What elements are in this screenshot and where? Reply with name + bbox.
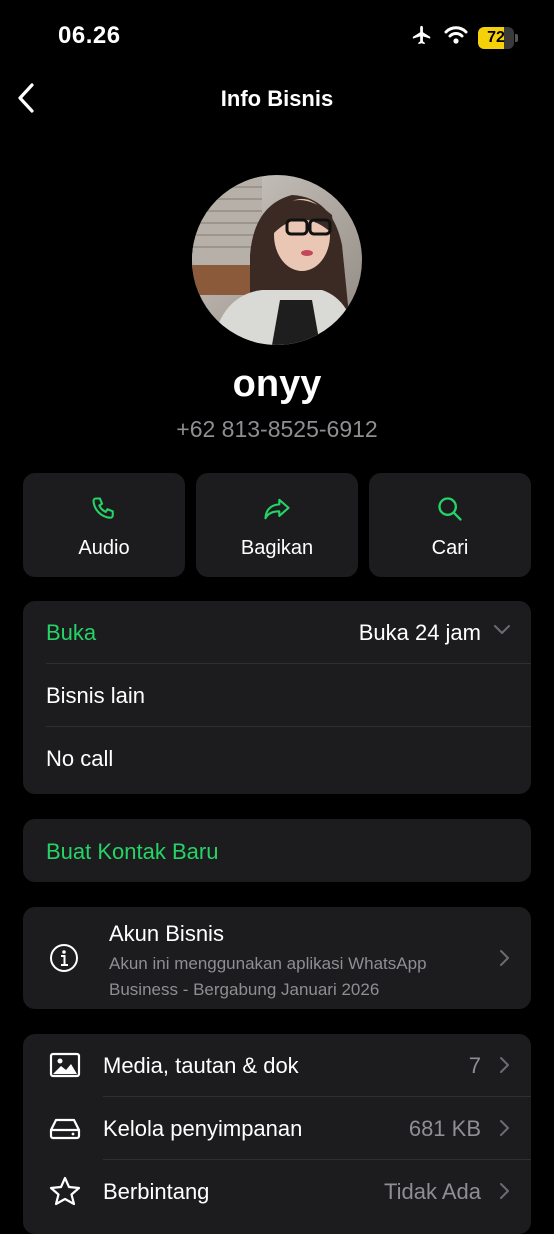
image-icon (49, 1052, 81, 1078)
chevron-right-icon (500, 1120, 509, 1136)
audio-label: Audio (78, 537, 130, 559)
chevron-down-icon[interactable] (493, 624, 511, 636)
business-account-title: Akun Bisnis (109, 921, 224, 946)
create-contact-label: Buat Kontak Baru (46, 839, 219, 864)
media-count: 7 (468, 1053, 481, 1078)
profile-phone: +62 813-8525-6912 (176, 416, 378, 442)
share-label: Bagikan (240, 537, 314, 559)
nav-bar: Info Bisnis (0, 70, 554, 130)
storage-size: 681 KB (408, 1116, 481, 1141)
info-icon (50, 944, 78, 972)
search-label: Cari (431, 537, 469, 559)
wifi-icon (444, 25, 468, 50)
business-category: Bisnis lain (46, 683, 146, 708)
hours-row[interactable]: Buka Buka 24 jam (23, 601, 531, 664)
battery-indicator: 72 (478, 26, 518, 49)
business-hours-card: Buka Buka 24 jam Bisnis lain No call (23, 601, 531, 794)
phone-icon (92, 497, 114, 519)
storage-label: Kelola penyimpanan (103, 1116, 303, 1141)
page-title: Info Bisnis (220, 86, 334, 111)
star-icon (49, 1176, 81, 1206)
media-list-card: Media, tautan & dok 7 Kelola penyimpanan… (23, 1034, 531, 1234)
hours-value: Buka 24 jam (358, 620, 481, 645)
business-account-description: Akun ini menggunakan aplikasi WhatsApp B… (109, 954, 427, 999)
note-row: No call (23, 727, 531, 790)
media-links-docs-row[interactable]: Media, tautan & dok 7 (23, 1034, 531, 1097)
profile-name: onyy (232, 363, 322, 405)
starred-label: Berbintang (103, 1179, 210, 1204)
chevron-right-icon (500, 1057, 509, 1073)
search-icon (438, 497, 462, 521)
chevron-right-icon (500, 950, 509, 966)
hours-status: Buka (46, 620, 97, 645)
chevron-right-icon (500, 1183, 509, 1199)
starred-value: Tidak Ada (383, 1179, 481, 1204)
status-time: 06.26 (58, 22, 121, 49)
share-icon (264, 498, 290, 520)
search-button[interactable]: Cari (369, 473, 531, 577)
status-bar: 06.26 72 (0, 0, 554, 70)
category-row: Bisnis lain (23, 664, 531, 727)
business-note: No call (46, 746, 114, 771)
audio-call-button[interactable]: Audio (23, 473, 185, 577)
status-icons: 72 (410, 24, 518, 51)
airplane-icon (410, 24, 434, 51)
storage-icon (49, 1118, 81, 1140)
create-contact-button[interactable]: Buat Kontak Baru (23, 819, 531, 882)
starred-row[interactable]: Berbintang Tidak Ada (23, 1160, 531, 1223)
business-account-row[interactable]: Akun Bisnis Akun ini menggunakan aplikas… (23, 907, 531, 1009)
share-button[interactable]: Bagikan (196, 473, 358, 577)
battery-level: 72 (487, 28, 505, 46)
media-label: Media, tautan & dok (103, 1053, 299, 1078)
manage-storage-row[interactable]: Kelola penyimpanan 681 KB (23, 1097, 531, 1160)
avatar[interactable] (192, 175, 362, 345)
